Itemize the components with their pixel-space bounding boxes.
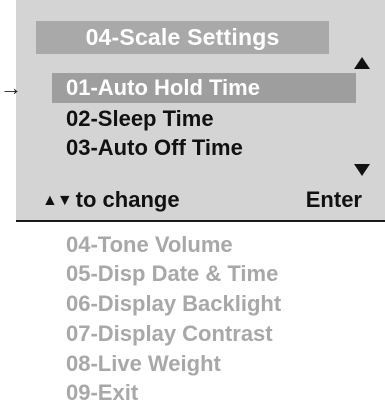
triangle-down-icon[interactable] [354, 164, 370, 176]
menu-item-sleep-time[interactable]: 02-Sleep Time [66, 104, 214, 134]
offscreen-item-display-backlight: 06-Display Backlight [66, 291, 282, 316]
offscreen-item-disp-date-time: 05-Disp Date & Time [66, 261, 279, 286]
menu-item-auto-off-time[interactable]: 03-Auto Off Time [66, 133, 243, 163]
footer-bar: ▲▼ to change Enter [42, 185, 362, 215]
menu-title: 04-Scale Settings [36, 21, 329, 54]
offscreen-item-live-weight: 08-Live Weight [66, 351, 221, 376]
lcd-screen: 04-Scale Settings 01-Auto Hold Time 02-S… [16, 0, 385, 222]
offscreen-item-tone-volume: 04-Tone Volume [66, 232, 233, 257]
arrow-right-icon: → [0, 75, 22, 100]
triangle-up-icon[interactable] [354, 57, 370, 69]
menu-item-auto-hold-time[interactable]: 01-Auto Hold Time [52, 73, 356, 103]
up-down-arrows-icon: ▲▼ [42, 192, 73, 209]
offscreen-item-display-contrast: 07-Display Contrast [66, 321, 273, 346]
change-hint: ▲▼ to change [42, 185, 180, 216]
change-label: to change [75, 187, 180, 212]
enter-button[interactable]: Enter [306, 185, 362, 215]
